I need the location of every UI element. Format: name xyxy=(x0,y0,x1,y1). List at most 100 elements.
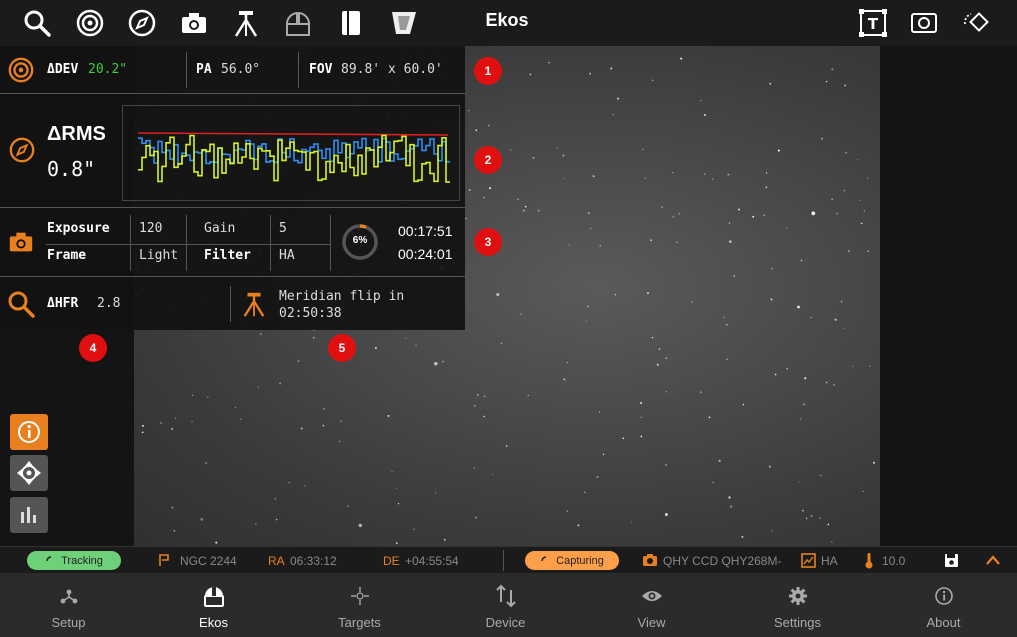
nav-about[interactable]: About xyxy=(871,573,1016,637)
guide-chart[interactable] xyxy=(122,105,460,201)
star xyxy=(797,305,800,309)
star xyxy=(171,506,174,509)
notebook-icon[interactable] xyxy=(333,5,369,41)
nav-setup[interactable]: Setup xyxy=(0,573,141,637)
star xyxy=(474,516,477,519)
star xyxy=(234,406,236,408)
star xyxy=(205,461,208,465)
star xyxy=(726,358,728,361)
star xyxy=(672,172,674,174)
observatory-icon[interactable] xyxy=(280,5,316,41)
tripod-icon[interactable] xyxy=(228,5,264,41)
exposure-label: Exposure xyxy=(47,221,110,236)
crosshair-move-button[interactable] xyxy=(10,455,48,491)
nav-targets[interactable]: Targets xyxy=(287,573,432,637)
filter-value: HA xyxy=(279,248,295,263)
star xyxy=(723,316,725,319)
flat-panel-icon[interactable] xyxy=(385,5,421,41)
star xyxy=(596,476,599,478)
svg-text:T: T xyxy=(868,15,879,33)
star xyxy=(834,318,837,321)
divider xyxy=(130,215,131,271)
star xyxy=(805,517,808,520)
compass-icon[interactable] xyxy=(124,5,160,41)
star xyxy=(589,72,591,75)
nav-view[interactable]: View xyxy=(579,573,724,637)
histogram-button[interactable] xyxy=(10,497,48,533)
star xyxy=(562,154,565,157)
text-overlay-icon[interactable]: T xyxy=(855,5,891,41)
search-icon[interactable] xyxy=(19,5,55,41)
capturing-spinner-icon xyxy=(541,555,547,561)
star xyxy=(852,365,854,367)
ra-label: RA xyxy=(268,554,285,568)
mount-tripod-icon[interactable] xyxy=(240,289,268,324)
info-icon xyxy=(18,421,40,443)
star xyxy=(843,190,845,192)
star xyxy=(843,327,845,329)
star xyxy=(729,240,732,243)
camera-status-icon xyxy=(643,554,657,566)
star xyxy=(160,422,162,424)
guide-compass-icon[interactable] xyxy=(8,136,36,169)
capturing-pill[interactable]: Capturing xyxy=(525,551,619,570)
star xyxy=(556,147,558,149)
meridian-flip-label: Meridian flip in xyxy=(279,289,405,304)
star xyxy=(566,510,568,512)
star xyxy=(825,80,828,83)
star xyxy=(584,491,586,493)
star xyxy=(391,471,393,473)
star xyxy=(640,416,642,418)
star xyxy=(587,305,589,308)
about-icon xyxy=(934,587,953,605)
star xyxy=(592,175,595,178)
star xyxy=(680,57,683,60)
star xyxy=(826,381,828,384)
star xyxy=(610,67,613,70)
callout-badge-5: 5 xyxy=(328,334,356,362)
align-row: ΔDEV 20.2" PA 56.0° FOV 89.8' x 60.0' xyxy=(0,46,465,94)
star xyxy=(415,344,417,346)
star xyxy=(675,241,678,244)
star xyxy=(651,79,654,81)
star xyxy=(801,509,804,512)
camera-icon[interactable] xyxy=(176,5,212,41)
filter-label: Filter xyxy=(204,248,251,263)
nav-settings[interactable]: Settings xyxy=(725,573,870,637)
capture-camera-icon[interactable] xyxy=(7,228,35,261)
rotate-icon[interactable] xyxy=(958,5,994,41)
gain-value: 5 xyxy=(279,221,287,236)
star xyxy=(288,482,291,484)
star xyxy=(866,177,869,179)
nav-device[interactable]: Device xyxy=(433,573,578,637)
star xyxy=(665,463,668,467)
save-icon[interactable] xyxy=(944,553,959,568)
star xyxy=(375,347,377,350)
info-button[interactable] xyxy=(10,414,48,450)
focus-search-icon[interactable] xyxy=(6,289,36,324)
nav-ekos[interactable]: Ekos xyxy=(141,573,286,637)
star xyxy=(142,424,144,427)
rms-value: 0.8" xyxy=(47,157,96,181)
star xyxy=(872,461,876,464)
star xyxy=(413,528,415,530)
star xyxy=(833,384,836,386)
camera-name: QHY CCD QHY268M- xyxy=(663,554,782,568)
ekos-icon xyxy=(203,587,224,607)
star xyxy=(522,209,525,212)
divider xyxy=(503,550,504,571)
star xyxy=(405,337,407,339)
tracking-pill[interactable]: Tracking xyxy=(27,551,121,570)
star xyxy=(725,323,728,326)
star xyxy=(664,513,668,516)
target-icon[interactable] xyxy=(72,5,108,41)
frame-icon[interactable] xyxy=(906,5,942,41)
star xyxy=(848,250,850,252)
star xyxy=(339,440,341,442)
chart-frame xyxy=(122,105,460,201)
app-title: Ekos xyxy=(485,10,529,30)
chevron-up-icon[interactable] xyxy=(985,554,1001,566)
rms-label: ΔRMS xyxy=(47,123,106,145)
align-target-icon[interactable] xyxy=(7,56,35,89)
capturing-label: Capturing xyxy=(556,554,604,567)
